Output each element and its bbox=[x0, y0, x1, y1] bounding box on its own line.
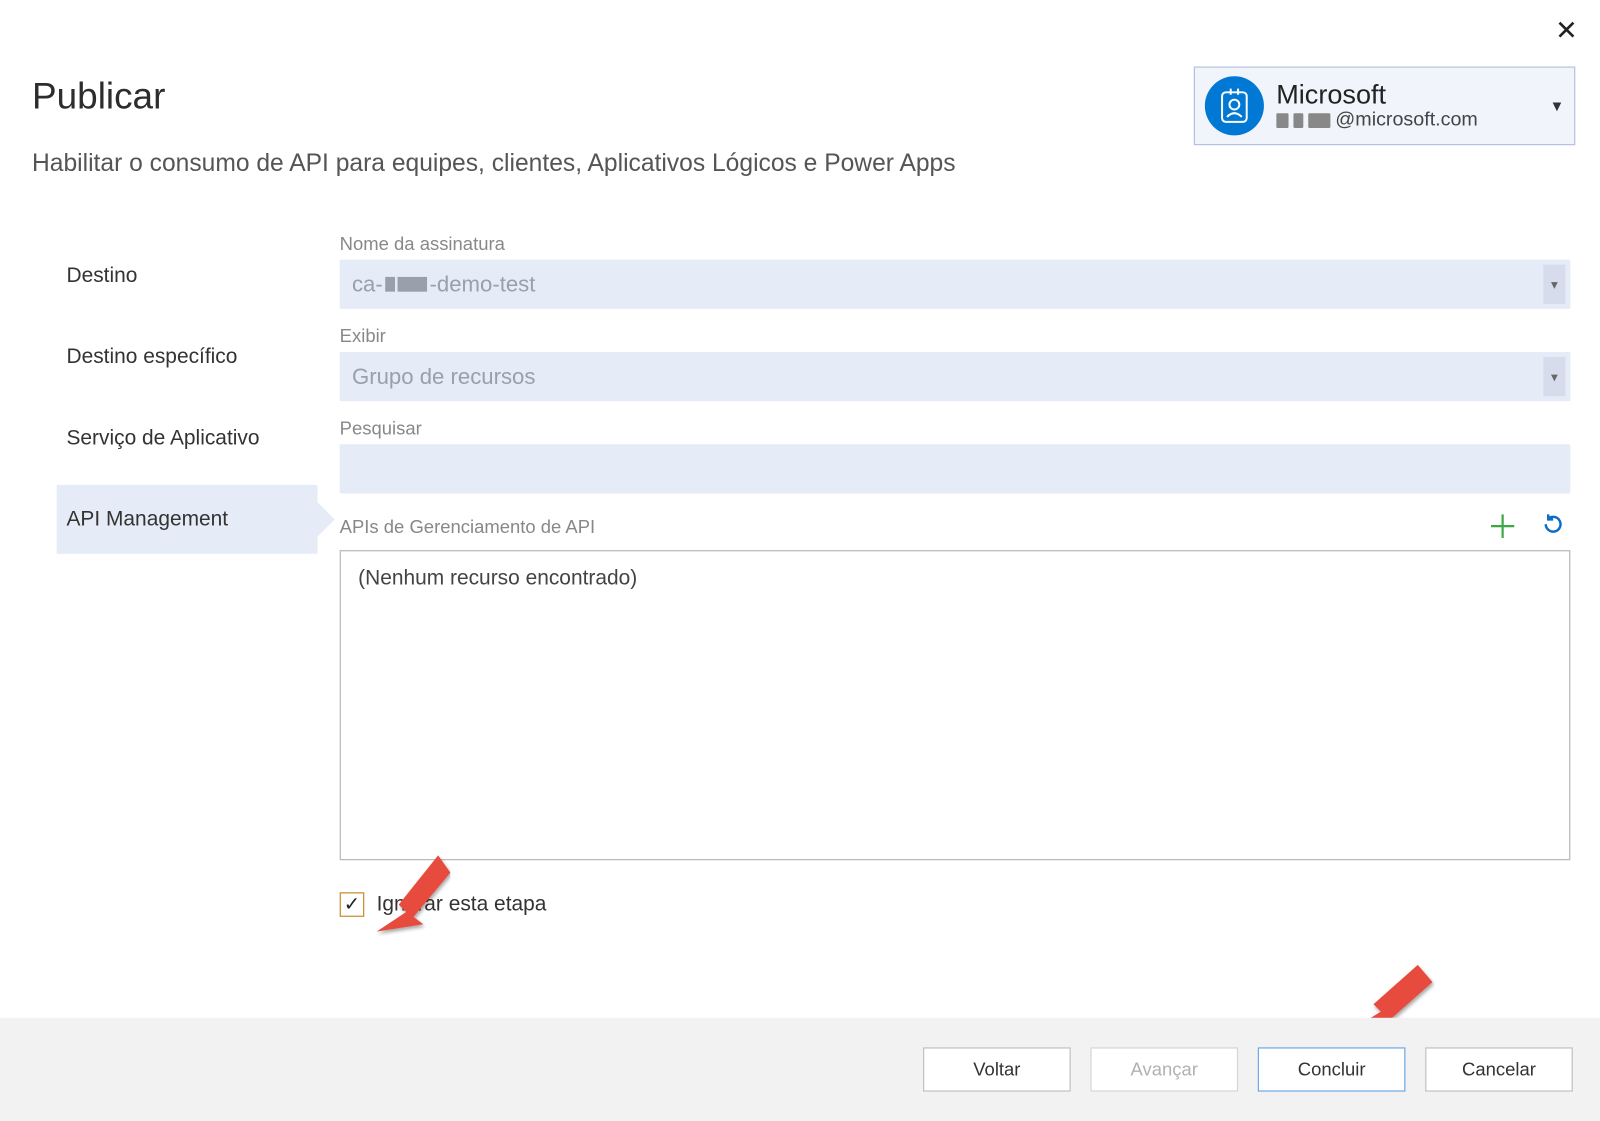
search-label: Pesquisar bbox=[340, 418, 1571, 439]
step-destino-especifico[interactable]: Destino específico bbox=[57, 322, 318, 391]
badge-icon bbox=[1205, 76, 1264, 135]
view-value: Grupo de recursos bbox=[352, 364, 535, 390]
step-servico-aplicativo[interactable]: Serviço de Aplicativo bbox=[57, 404, 318, 473]
add-icon[interactable]: ＋ bbox=[1487, 511, 1519, 543]
account-email: @microsoft.com bbox=[1276, 110, 1542, 132]
wizard-steps: Destino Destino específico Serviço de Ap… bbox=[57, 241, 318, 566]
step-destino[interactable]: Destino bbox=[57, 241, 318, 310]
apis-list: (Nenhum recurso encontrado) bbox=[340, 550, 1571, 860]
back-button[interactable]: Voltar bbox=[923, 1047, 1071, 1091]
footer-buttons: Voltar Avançar Concluir Cancelar bbox=[0, 1018, 1600, 1121]
view-label: Exibir bbox=[340, 326, 1571, 347]
page-title: Publicar bbox=[32, 76, 165, 118]
step-api-management[interactable]: API Management bbox=[57, 485, 318, 554]
apis-label: APIs de Gerenciamento de API bbox=[340, 516, 596, 537]
refresh-icon[interactable] bbox=[1541, 511, 1566, 542]
skip-step-checkbox[interactable]: ✓ bbox=[340, 892, 365, 917]
view-select[interactable]: Grupo de recursos ▾ bbox=[340, 352, 1571, 401]
cancel-button[interactable]: Cancelar bbox=[1425, 1047, 1573, 1091]
subscription-select[interactable]: ca- -demo-test ▾ bbox=[340, 260, 1571, 309]
chevron-down-icon: ▾ bbox=[1543, 265, 1565, 304]
next-button: Avançar bbox=[1090, 1047, 1238, 1091]
search-input[interactable] bbox=[340, 444, 1571, 493]
account-picker[interactable]: Microsoft @microsoft.com ▼ bbox=[1194, 66, 1576, 145]
apis-empty-text: (Nenhum recurso encontrado) bbox=[358, 566, 637, 589]
chevron-down-icon: ▾ bbox=[1543, 357, 1565, 396]
subscription-label: Nome da assinatura bbox=[340, 234, 1571, 255]
close-icon[interactable]: ✕ bbox=[1555, 15, 1578, 47]
account-name: Microsoft bbox=[1276, 80, 1542, 110]
skip-step-label: Ignorar esta etapa bbox=[377, 892, 547, 917]
page-subtitle: Habilitar o consumo de API para equipes,… bbox=[32, 150, 956, 178]
chevron-down-icon: ▼ bbox=[1550, 97, 1565, 114]
finish-button[interactable]: Concluir bbox=[1258, 1047, 1406, 1091]
